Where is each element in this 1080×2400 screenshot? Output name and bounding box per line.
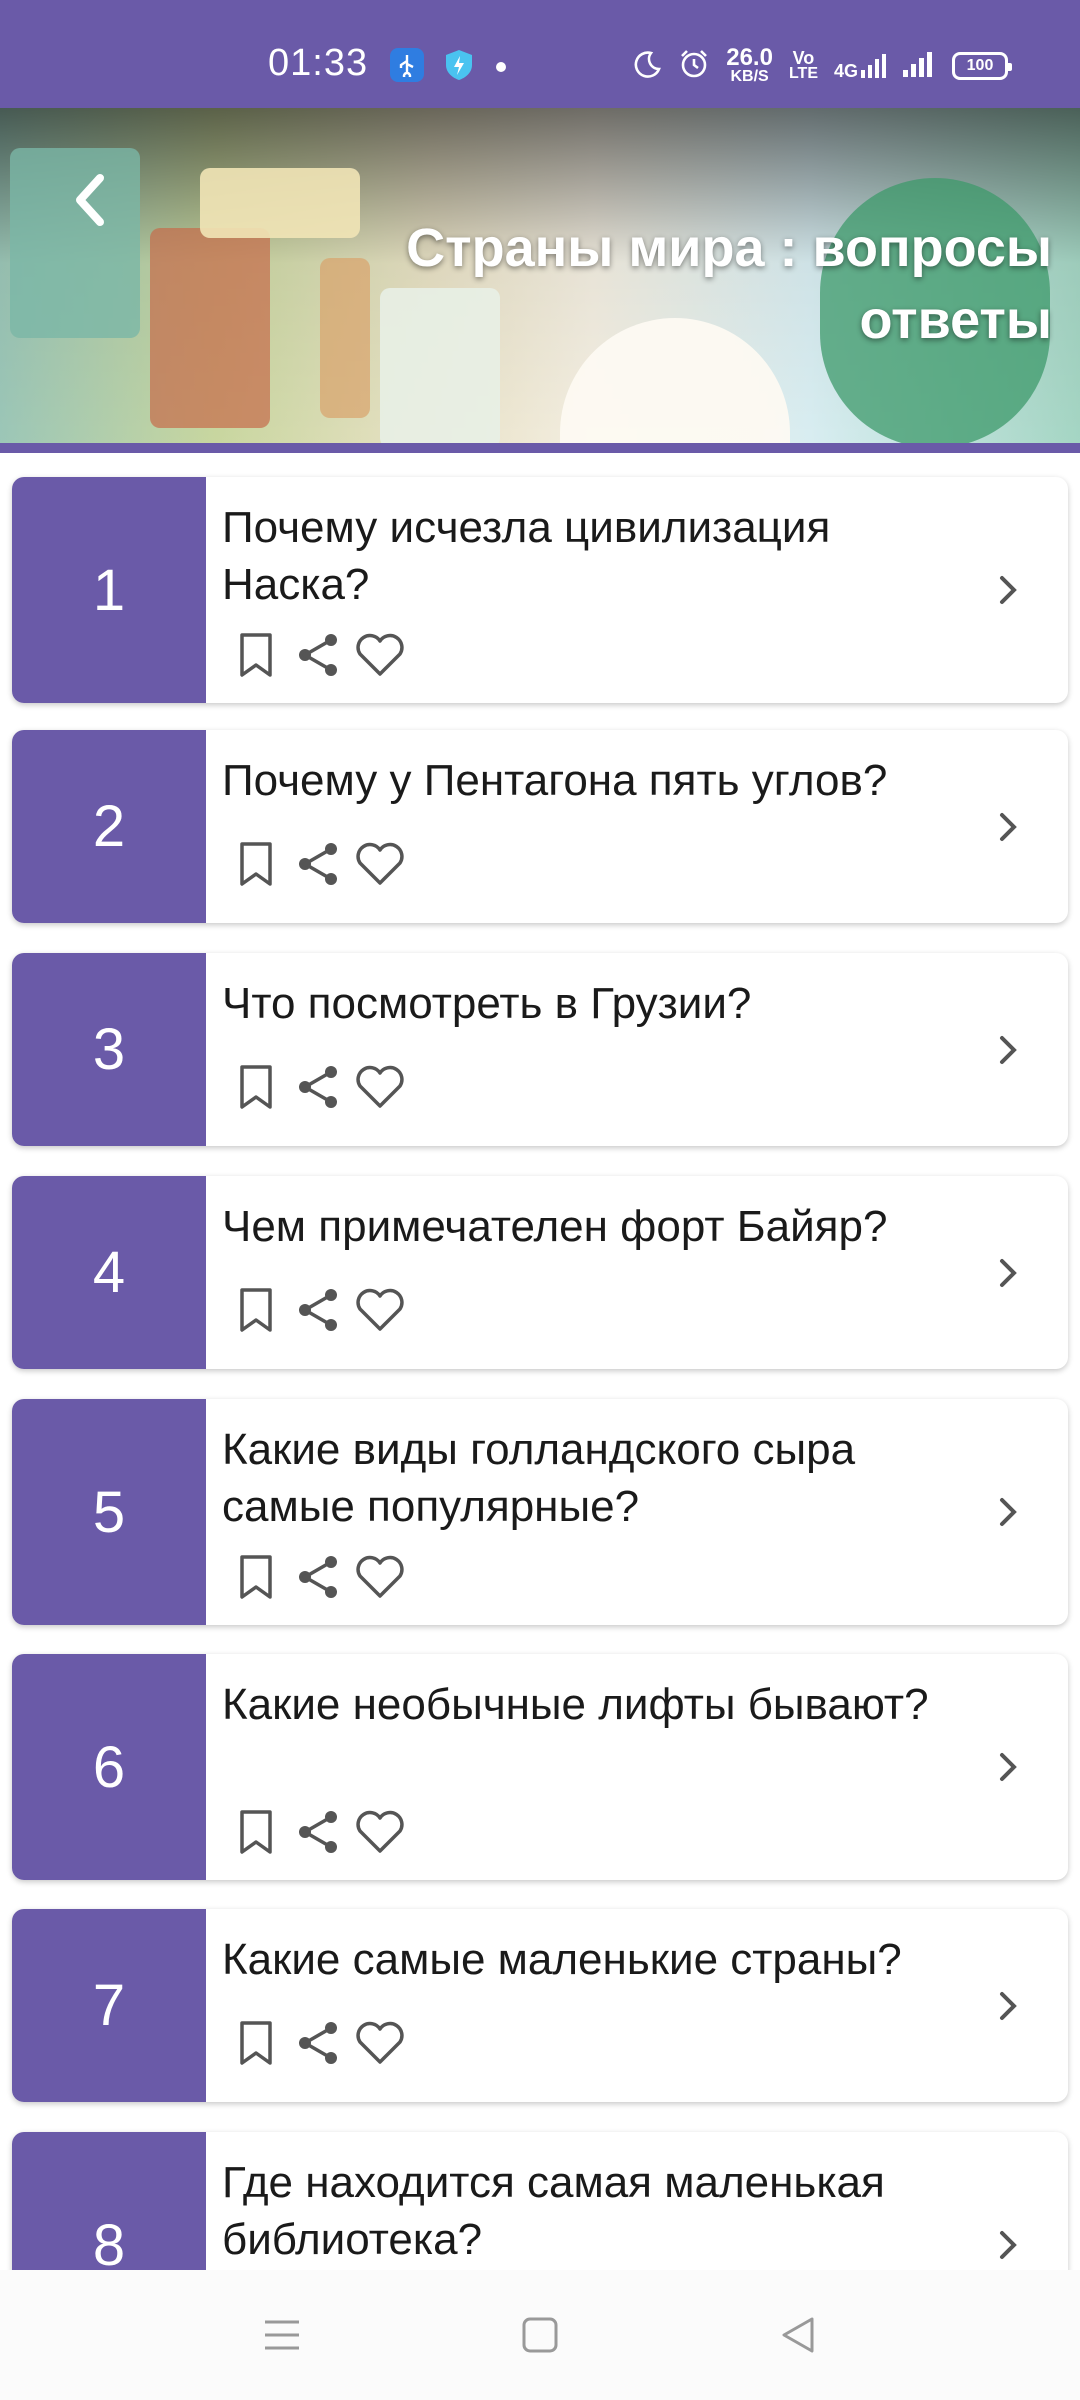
shield-icon <box>442 48 476 82</box>
list-item[interactable]: 7 Какие самые маленькие страны? <box>12 1909 1068 2102</box>
list-item[interactable]: 1 Почему исчезла цивилизация Наска? <box>12 477 1068 703</box>
question-actions <box>230 1551 406 1603</box>
home-icon[interactable] <box>510 2310 570 2360</box>
menu-icon[interactable] <box>252 2310 312 2360</box>
alarm-icon <box>678 48 710 85</box>
list-item[interactable]: 4 Чем примечателен форт Байяр? <box>12 1176 1068 1369</box>
illustration-block <box>150 228 270 428</box>
heart-icon[interactable] <box>354 1806 406 1858</box>
chevron-right-icon[interactable] <box>988 570 1028 610</box>
illustration-block <box>200 168 360 238</box>
heart-icon[interactable] <box>354 2017 406 2069</box>
share-icon[interactable] <box>292 1284 344 1336</box>
list-item[interactable]: 6 Какие необычные лифты бывают? <box>12 1654 1068 1880</box>
volte-indicator: Vo LTE <box>788 48 818 82</box>
battery-indicator: 100 <box>952 52 1012 80</box>
question-actions <box>230 1284 406 1336</box>
chevron-left-icon <box>76 174 104 226</box>
share-icon[interactable] <box>292 2017 344 2069</box>
bookmark-icon[interactable] <box>230 1806 282 1858</box>
page-title: Страны мира : вопросы ответы <box>406 218 1052 350</box>
question-title: Какие самые маленькие страны? <box>222 1935 902 1984</box>
heart-icon[interactable] <box>354 629 406 681</box>
share-icon[interactable] <box>292 838 344 890</box>
heart-icon[interactable] <box>354 1061 406 1113</box>
status-indicators: 26.0 KB/S Vo LTE 4G 100 <box>632 44 1012 88</box>
question-title: Чем примечателен форт Байяр? <box>222 1202 888 1251</box>
question-title: Где находится самая маленькая библиотека… <box>222 2158 885 2264</box>
question-title: Что посмотреть в Грузии? <box>222 979 752 1028</box>
header-divider <box>0 443 1080 453</box>
bookmark-icon[interactable] <box>230 1284 282 1336</box>
heart-icon[interactable] <box>354 1551 406 1603</box>
question-number: 8 <box>12 2132 206 2270</box>
chevron-right-icon[interactable] <box>988 807 1028 847</box>
bookmark-icon[interactable] <box>230 1551 282 1603</box>
signal-4g: 4G <box>834 53 886 80</box>
question-number: 3 <box>12 953 206 1146</box>
chevron-right-icon[interactable] <box>988 1030 1028 1070</box>
signal-icon <box>902 50 936 83</box>
bookmark-icon[interactable] <box>230 1061 282 1113</box>
moon-icon <box>632 49 662 84</box>
list-item[interactable]: 2 Почему у Пентагона пять углов? <box>12 730 1068 923</box>
question-actions <box>230 838 406 890</box>
question-number: 6 <box>12 1654 206 1880</box>
back-icon[interactable] <box>768 2310 828 2360</box>
status-bar: 01:33 26.0 KB/S Vo LTE 4G 100 <box>0 0 1080 108</box>
question-actions <box>230 629 406 681</box>
chevron-right-icon[interactable] <box>988 1747 1028 1787</box>
question-actions <box>230 1806 406 1858</box>
share-icon[interactable] <box>292 1806 344 1858</box>
system-navigation-bar <box>0 2270 1080 2400</box>
heart-icon[interactable] <box>354 838 406 890</box>
chevron-right-icon[interactable] <box>988 1986 1028 2026</box>
question-number: 1 <box>12 477 206 703</box>
bookmark-icon[interactable] <box>230 2017 282 2069</box>
question-title: Какие необычные лифты бывают? <box>222 1680 929 1729</box>
question-list[interactable]: 1 Почему исчезла цивилизация Наска? 2 По… <box>0 465 1080 2270</box>
share-icon[interactable] <box>292 1551 344 1603</box>
share-icon[interactable] <box>292 629 344 681</box>
back-button[interactable] <box>60 160 120 240</box>
question-number: 7 <box>12 1909 206 2102</box>
chevron-right-icon[interactable] <box>988 2225 1028 2265</box>
net-speed: 26.0 KB/S <box>726 44 773 85</box>
bookmark-icon[interactable] <box>230 629 282 681</box>
list-item[interactable]: 3 Что посмотреть в Грузии? <box>12 953 1068 1146</box>
chevron-right-icon[interactable] <box>988 1253 1028 1293</box>
question-actions <box>230 2017 406 2069</box>
notification-dot <box>496 62 506 72</box>
chevron-right-icon[interactable] <box>988 1492 1028 1532</box>
list-item[interactable]: 8 Где находится самая маленькая библиоте… <box>12 2132 1068 2270</box>
header-banner: Страны мира : вопросы ответы <box>0 108 1080 453</box>
question-number: 2 <box>12 730 206 923</box>
question-title: Какие виды голландского сыра самые попул… <box>222 1425 856 1531</box>
bookmark-icon[interactable] <box>230 838 282 890</box>
heart-icon[interactable] <box>354 1284 406 1336</box>
usb-icon <box>390 48 424 82</box>
question-number: 4 <box>12 1176 206 1369</box>
status-time: 01:33 <box>268 42 369 84</box>
question-title: Почему исчезла цивилизация Наска? <box>222 503 831 609</box>
list-item[interactable]: 5 Какие виды голландского сыра самые поп… <box>12 1399 1068 1625</box>
question-number: 5 <box>12 1399 206 1625</box>
share-icon[interactable] <box>292 1061 344 1113</box>
question-title: Почему у Пентагона пять углов? <box>222 756 888 805</box>
question-actions <box>230 1061 406 1113</box>
